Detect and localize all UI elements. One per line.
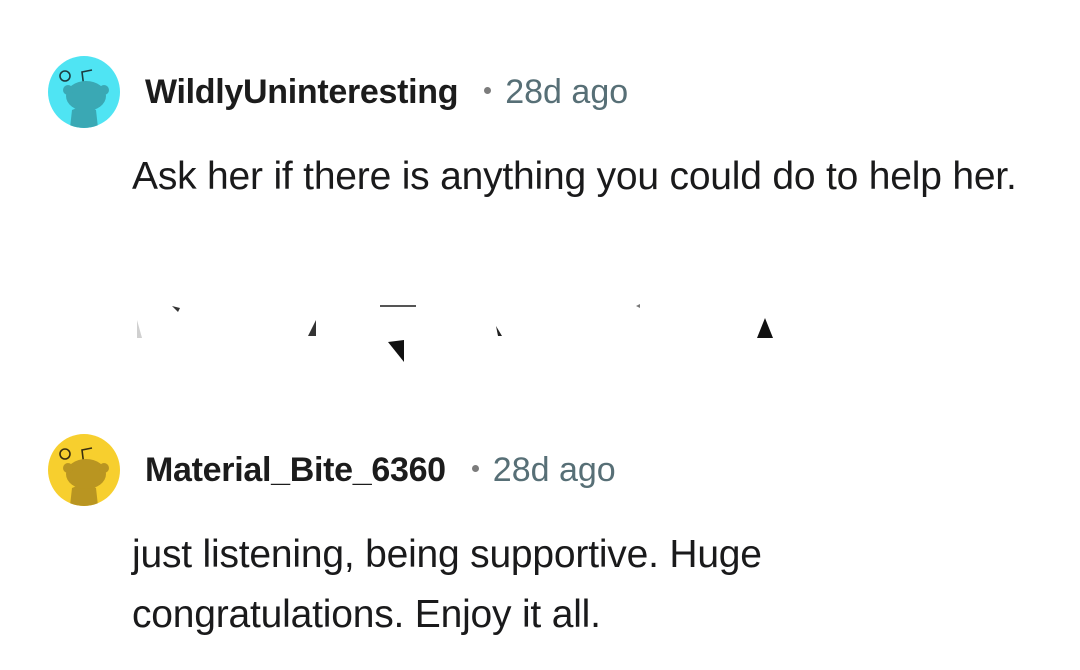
comment-body: Ask her if there is anything you could d… xyxy=(132,155,1017,198)
timestamp: 28d ago xyxy=(492,450,616,489)
avatar[interactable] xyxy=(48,434,120,506)
reddit-snoo-avatar-icon xyxy=(48,434,120,506)
comment-body: just listening, being supportive. Huge c… xyxy=(132,533,762,636)
avatar[interactable] xyxy=(48,56,120,128)
separator-dot xyxy=(471,464,479,472)
username[interactable]: WildlyUninteresting xyxy=(145,73,459,112)
comment-thread: WildlyUninteresting 28d ago Ask her if t… xyxy=(0,0,1080,670)
separator-dot xyxy=(484,86,492,94)
reddit-snoo-avatar-icon xyxy=(48,56,120,128)
timestamp: 28d ago xyxy=(505,72,629,111)
username[interactable]: Material_Bite_6360 xyxy=(145,451,446,490)
comment-meta: WildlyUninteresting 28d ago xyxy=(145,70,628,114)
comment-meta: Material_Bite_6360 28d ago xyxy=(145,448,616,492)
rendering-artifacts xyxy=(137,304,773,362)
